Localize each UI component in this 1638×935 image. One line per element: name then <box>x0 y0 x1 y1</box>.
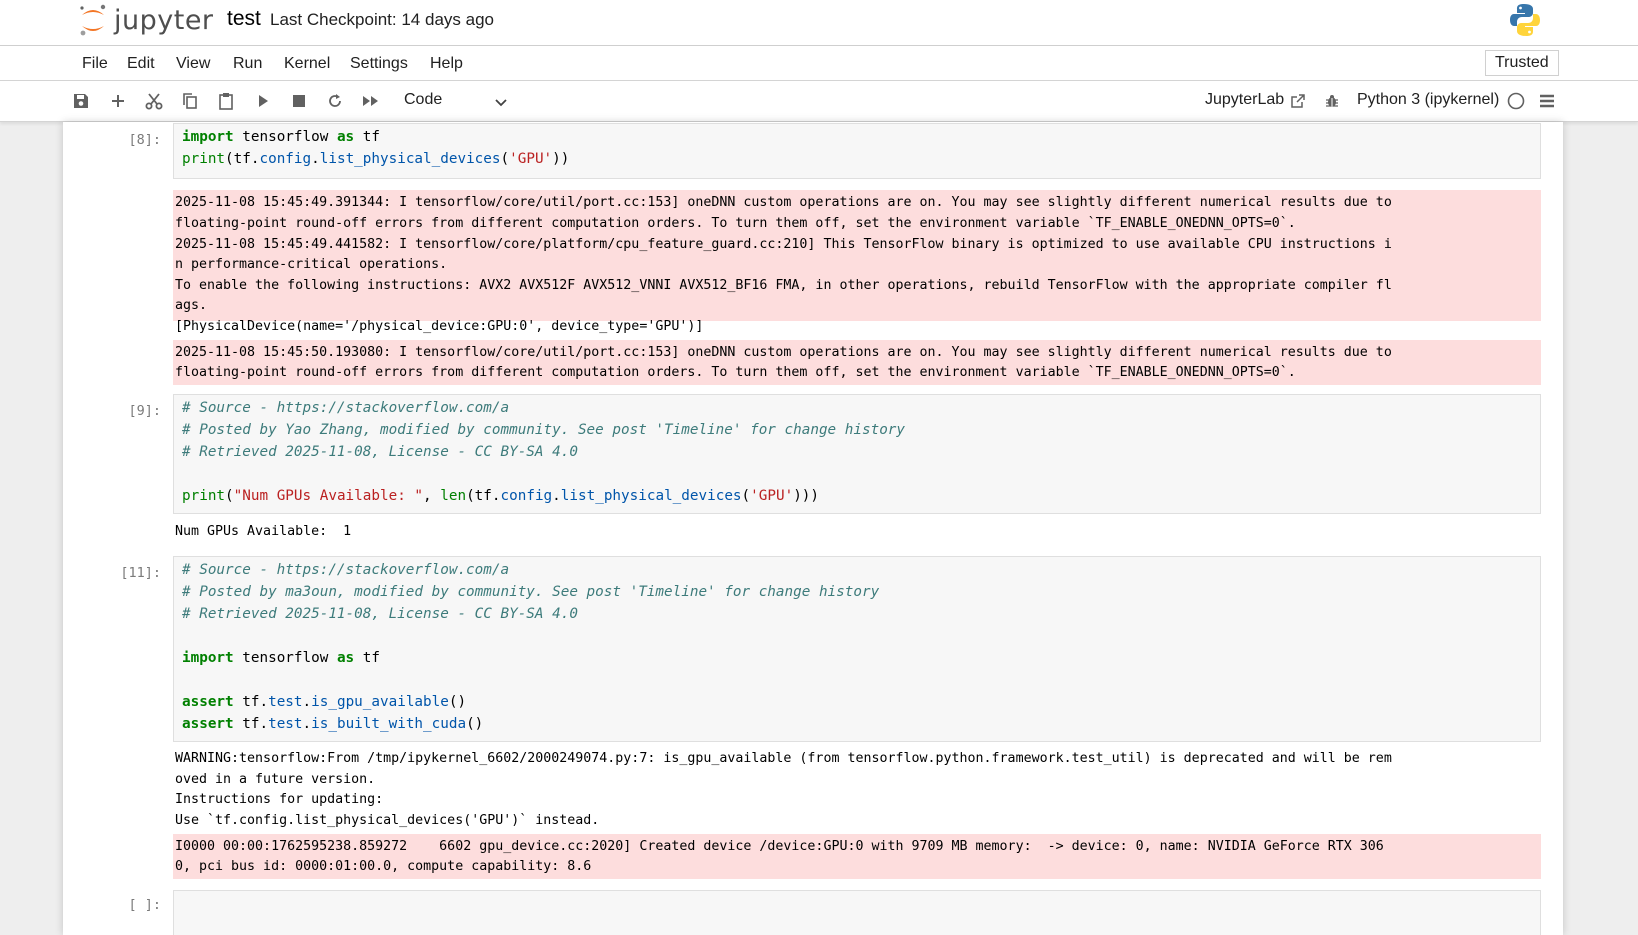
output-line: oved in a future version. <box>175 772 376 787</box>
run-cell-button[interactable] <box>253 91 273 111</box>
save-icon <box>74 94 88 108</box>
output-line: I0000 00:00:1762595238.859272 6602 gpu_d… <box>175 839 1384 854</box>
python-logo-icon <box>1510 4 1540 36</box>
stdout-output: Num GPUs Available: 1 <box>175 524 352 539</box>
cell-input[interactable]: # Source - https://stackoverflow.com/a #… <box>173 394 1541 514</box>
debugger-button[interactable] <box>1322 91 1342 111</box>
play-icon <box>259 95 268 107</box>
run-all-button[interactable] <box>361 91 381 111</box>
code-line: # Posted by Yao Zhang, modified by commu… <box>182 422 906 438</box>
cell-type-select[interactable]: Code <box>404 91 442 109</box>
restart-kernel-button[interactable] <box>325 91 345 111</box>
menu-kernel[interactable]: Kernel <box>284 55 330 73</box>
restart-icon <box>329 94 341 107</box>
output-line: To enable the following instructions: AV… <box>175 278 1392 293</box>
code-line: # Retrieved 2025-11-08, License - CC BY-… <box>182 444 578 460</box>
interrupt-kernel-button[interactable] <box>289 91 309 111</box>
output-line: 0, pci bus id: 0000:01:00.0, compute cap… <box>175 859 592 874</box>
code-line: print("Num GPUs Available: ", len(tf.con… <box>182 488 820 504</box>
scissors-icon <box>145 93 163 110</box>
logo-text: jupyter <box>114 4 214 36</box>
copy-cell-button[interactable] <box>180 91 200 111</box>
fast-forward-icon <box>363 96 378 106</box>
open-external-icon[interactable] <box>1288 91 1308 111</box>
plus-icon <box>112 95 124 107</box>
menu-help[interactable]: Help <box>430 55 463 73</box>
output-line: WARNING:tensorflow:From /tmp/ipykernel_6… <box>175 751 1392 766</box>
notebook-panel: [8]: import tensorflow as tf print(tf.co… <box>63 122 1563 935</box>
cut-cell-button[interactable] <box>144 91 164 111</box>
chevron-down-icon[interactable] <box>494 95 508 113</box>
copy-icon <box>183 93 197 109</box>
stdout-output: [PhysicalDevice(name='/physical_device:G… <box>175 319 704 334</box>
execution-count: [9]: <box>128 403 161 419</box>
kernel-name[interactable]: Python 3 (ipykernel) <box>1357 91 1499 109</box>
output-line: floating-point round-off errors from dif… <box>175 216 1296 231</box>
menu-run[interactable]: Run <box>233 55 262 73</box>
paste-cell-button[interactable] <box>216 91 236 111</box>
trusted-indicator[interactable]: Trusted <box>1485 50 1559 76</box>
code-line: import tensorflow as tf <box>182 650 380 666</box>
jupyter-logo-icon <box>80 4 106 36</box>
notebook-toolbar: Code JupyterLab Python 3 (ipykernel) <box>0 81 1638 122</box>
execution-count: [8]: <box>128 132 161 148</box>
cell-input[interactable] <box>173 890 1541 935</box>
menu-icon[interactable] <box>1537 91 1557 111</box>
code-line: assert tf.test.is_built_with_cuda() <box>182 716 484 732</box>
execution-count: [ ]: <box>128 897 161 913</box>
cell-input[interactable]: # Source - https://stackoverflow.com/a #… <box>173 556 1541 742</box>
output-line: floating-point round-off errors from dif… <box>175 365 1296 380</box>
code-line: # Source - https://stackoverflow.com/a <box>182 400 510 416</box>
menu-settings[interactable]: Settings <box>350 55 408 73</box>
code-line: print(tf.config.list_physical_devices('G… <box>182 151 570 167</box>
menu-edit[interactable]: Edit <box>127 55 155 73</box>
menu-file[interactable]: File <box>82 55 108 73</box>
paste-icon <box>219 93 233 110</box>
save-button[interactable] <box>71 91 91 111</box>
bug-icon <box>1326 95 1338 107</box>
code-line: # Retrieved 2025-11-08, License - CC BY-… <box>182 606 578 622</box>
output-line: ags. <box>175 298 208 313</box>
kernel-status-icon <box>1506 91 1526 111</box>
code-line: import tensorflow as tf <box>182 129 380 145</box>
stop-icon <box>293 95 305 107</box>
insert-cell-button[interactable] <box>108 91 128 111</box>
code-line: assert tf.test.is_gpu_available() <box>182 694 467 710</box>
output-line: 2025-11-08 15:45:49.391344: I tensorflow… <box>175 195 1392 210</box>
output-line: 2025-11-08 15:45:50.193080: I tensorflow… <box>175 345 1392 360</box>
code-line: # Source - https://stackoverflow.com/a <box>182 562 510 578</box>
menu-bar: File Edit View Run Kernel Settings Help … <box>0 46 1638 81</box>
output-line: Instructions for updating: <box>175 792 384 807</box>
code-line: # Posted by ma3oun, modified by communit… <box>182 584 880 600</box>
output-line: n performance-critical operations. <box>175 257 448 272</box>
output-line: 2025-11-08 15:45:49.441582: I tensorflow… <box>175 237 1392 252</box>
last-checkpoint: Last Checkpoint: 14 days ago <box>270 10 494 29</box>
notebook-name[interactable]: test <box>227 7 261 31</box>
execution-count: [11]: <box>120 565 161 581</box>
jupyter-logo[interactable]: jupyter <box>78 2 214 38</box>
cell-input[interactable]: import tensorflow as tf print(tf.config.… <box>173 123 1541 179</box>
output-line: Use `tf.config.list_physical_devices('GP… <box>175 813 600 828</box>
open-in-jupyterlab-link[interactable]: JupyterLab <box>1205 91 1284 109</box>
menu-view[interactable]: View <box>176 55 210 73</box>
top-header: jupyter test Last Checkpoint: 14 days ag… <box>0 0 1638 46</box>
